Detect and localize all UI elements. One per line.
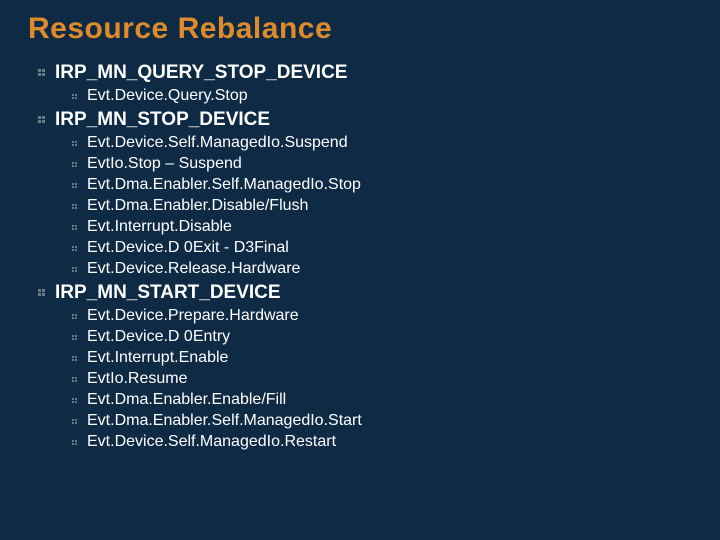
- item-text: Evt.Device.Prepare.Hardware: [87, 308, 299, 324]
- item-text: Evt.Device.Query.Stop: [87, 88, 248, 104]
- bullet-icon: [72, 225, 77, 230]
- list-item: Evt.Dma.Enabler.Self.ManagedIo.Stop: [72, 175, 692, 196]
- list-item: Evt.Device.Prepare.Hardware: [72, 306, 692, 327]
- bullet-icon: [72, 141, 77, 146]
- bullet-icon: [72, 419, 77, 424]
- item-text: Evt.Device.D 0Entry: [87, 329, 230, 345]
- list-item: Evt.Dma.Enabler.Self.ManagedIo.Start: [72, 411, 692, 432]
- item-text: Evt.Dma.Enabler.Self.ManagedIo.Start: [87, 413, 362, 429]
- heading-text: IRP_MN_START_DEVICE: [55, 283, 281, 302]
- bullet-icon: [72, 335, 77, 340]
- bullet-icon: [72, 398, 77, 403]
- slide-title: Resource Rebalance: [28, 12, 692, 46]
- slide: Resource Rebalance IRP_MN_QUERY_STOP_DEV…: [0, 0, 720, 473]
- list-item: Evt.Interrupt.Enable: [72, 348, 692, 369]
- item-text: Evt.Device.D 0Exit - D3Final: [87, 240, 289, 256]
- item-text: Evt.Dma.Enabler.Self.ManagedIo.Stop: [87, 177, 361, 193]
- list-item: Evt.Interrupt.Disable: [72, 217, 692, 238]
- list-item: Evt.Device.D 0Exit - D3Final: [72, 238, 692, 259]
- heading-text: IRP_MN_QUERY_STOP_DEVICE: [55, 63, 347, 82]
- bullet-icon: [72, 94, 77, 99]
- section-heading: IRP_MN_QUERY_STOP_DEVICE: [38, 60, 692, 86]
- item-text: Evt.Interrupt.Disable: [87, 219, 232, 235]
- item-text: Evt.Dma.Enabler.Disable/Flush: [87, 198, 308, 214]
- item-text: Evt.Interrupt.Enable: [87, 350, 228, 366]
- item-text: Evt.Dma.Enabler.Enable/Fill: [87, 392, 286, 408]
- bullet-icon: [72, 183, 77, 188]
- bullet-icon: [72, 314, 77, 319]
- list-item: Evt.Device.D 0Entry: [72, 327, 692, 348]
- list-item: Evt.Device.Self.ManagedIo.Restart: [72, 432, 692, 453]
- item-text: Evt.Device.Release.Hardware: [87, 261, 300, 277]
- bullet-icon: [72, 246, 77, 251]
- bullet-icon: [72, 267, 77, 272]
- list-item: Evt.Device.Query.Stop: [72, 86, 692, 107]
- section-heading: IRP_MN_STOP_DEVICE: [38, 107, 692, 133]
- list-item: EvtIo.Stop – Suspend: [72, 154, 692, 175]
- item-text: Evt.Device.Self.ManagedIo.Suspend: [87, 135, 348, 151]
- list-item: Evt.Dma.Enabler.Enable/Fill: [72, 390, 692, 411]
- item-text: EvtIo.Stop – Suspend: [87, 156, 242, 172]
- item-text: Evt.Device.Self.ManagedIo.Restart: [87, 434, 336, 450]
- bullet-icon: [38, 116, 45, 123]
- bullet-icon: [38, 289, 45, 296]
- list-item: Evt.Device.Release.Hardware: [72, 259, 692, 280]
- bullet-icon: [72, 204, 77, 209]
- section-heading: IRP_MN_START_DEVICE: [38, 280, 692, 306]
- bullet-icon: [72, 356, 77, 361]
- bullet-icon: [72, 440, 77, 445]
- list-item: Evt.Dma.Enabler.Disable/Flush: [72, 196, 692, 217]
- item-text: EvtIo.Resume: [87, 371, 187, 387]
- bullet-icon: [38, 69, 45, 76]
- bullet-icon: [72, 162, 77, 167]
- bullet-icon: [72, 377, 77, 382]
- heading-text: IRP_MN_STOP_DEVICE: [55, 110, 270, 129]
- list-item: EvtIo.Resume: [72, 369, 692, 390]
- list-item: Evt.Device.Self.ManagedIo.Suspend: [72, 133, 692, 154]
